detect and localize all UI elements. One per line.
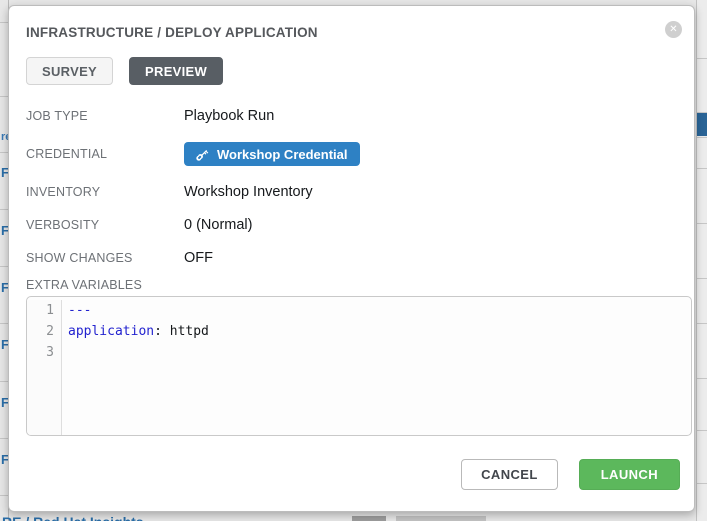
code-text: application: httpd (62, 321, 209, 342)
tab-preview[interactable]: PREVIEW (129, 57, 223, 85)
background-element-stub (352, 516, 386, 521)
background-row-line (0, 266, 8, 267)
background-row-line (697, 223, 707, 224)
background-row-line (697, 378, 707, 379)
line-number: 1 (27, 300, 62, 321)
show-changes-label: SHOW CHANGES (26, 251, 184, 265)
cancel-button[interactable]: CANCEL (461, 459, 558, 490)
detail-row-job-type: JOB TYPE Playbook Run (26, 106, 680, 125)
inventory-value: Workshop Inventory (184, 184, 313, 200)
background-row-line (0, 96, 8, 97)
background-row-line (0, 438, 8, 439)
modal-title: INFRASTRUCTURE / DEPLOY APPLICATION (26, 25, 680, 40)
launch-button[interactable]: LAUNCH (579, 459, 680, 490)
close-icon[interactable]: ✕ (665, 21, 682, 38)
tab-survey[interactable]: SURVEY (26, 57, 113, 85)
line-number: 2 (27, 321, 62, 342)
background-row-line (697, 323, 707, 324)
background-element-stub (396, 516, 486, 521)
background-row-line (697, 483, 707, 484)
background-link-fragment: F (1, 396, 8, 409)
background-status-chip (697, 113, 707, 136)
credential-tag-label: Workshop Credential (217, 147, 348, 162)
show-changes-value: OFF (184, 250, 213, 266)
code-line: 2 application: httpd (27, 321, 691, 342)
background-link-fragment: F (1, 453, 8, 466)
background-link-fragment: F (1, 281, 8, 294)
editor-empty-area (27, 363, 691, 435)
job-type-label: JOB TYPE (26, 109, 184, 123)
verbosity-value: 0 (Normal) (184, 217, 252, 233)
detail-row-show-changes: SHOW CHANGES OFF (26, 248, 680, 267)
background-row-line (0, 323, 8, 324)
background-row-line (697, 430, 707, 431)
background-row-line (697, 278, 707, 279)
detail-row-inventory: INVENTORY Workshop Inventory (26, 182, 680, 201)
background-page-bottom-edge: RE / Red Hat Insights (0, 513, 707, 521)
background-link-fragment: F (1, 338, 8, 351)
inventory-label: INVENTORY (26, 185, 184, 199)
background-link-fragment: F (1, 224, 8, 237)
credential-label: CREDENTIAL (26, 147, 184, 161)
background-row-line (0, 152, 8, 153)
background-page-right-edge (696, 0, 707, 521)
deploy-application-preview-modal: INFRASTRUCTURE / DEPLOY APPLICATION ✕ SU… (8, 5, 695, 512)
background-row-line (697, 58, 707, 59)
code-text: --- (62, 300, 91, 321)
credential-tag[interactable]: Workshop Credential (184, 142, 360, 166)
background-row-line (697, 137, 707, 138)
code-line: 3 (27, 342, 691, 363)
detail-row-verbosity: VERBOSITY 0 (Normal) (26, 215, 680, 234)
extra-variables-label: EXTRA VARIABLES (26, 278, 680, 292)
detail-row-credential: CREDENTIAL Workshop Credential (26, 142, 680, 166)
background-link-fragment: F (1, 166, 8, 179)
code-line: 1 --- (27, 300, 691, 321)
editor-gutter (27, 363, 62, 435)
key-icon (196, 148, 209, 161)
job-details: JOB TYPE Playbook Run CREDENTIAL Wor (26, 106, 680, 267)
extra-variables-editor[interactable]: 1 --- 2 application: httpd 3 (26, 296, 692, 436)
background-link-fragment: re (1, 131, 8, 144)
modal-footer: CANCEL LAUNCH (26, 459, 680, 490)
background-row-line (0, 209, 8, 210)
background-row-line (0, 22, 8, 23)
background-link-text: RE / Red Hat Insights (2, 514, 144, 521)
background-row-line (0, 381, 8, 382)
background-row-line (697, 168, 707, 169)
code-text (62, 342, 68, 363)
line-number: 3 (27, 342, 62, 363)
job-type-value: Playbook Run (184, 108, 274, 124)
background-row-line (0, 495, 8, 496)
modal-tabs: SURVEY PREVIEW (26, 57, 680, 85)
verbosity-label: VERBOSITY (26, 218, 184, 232)
